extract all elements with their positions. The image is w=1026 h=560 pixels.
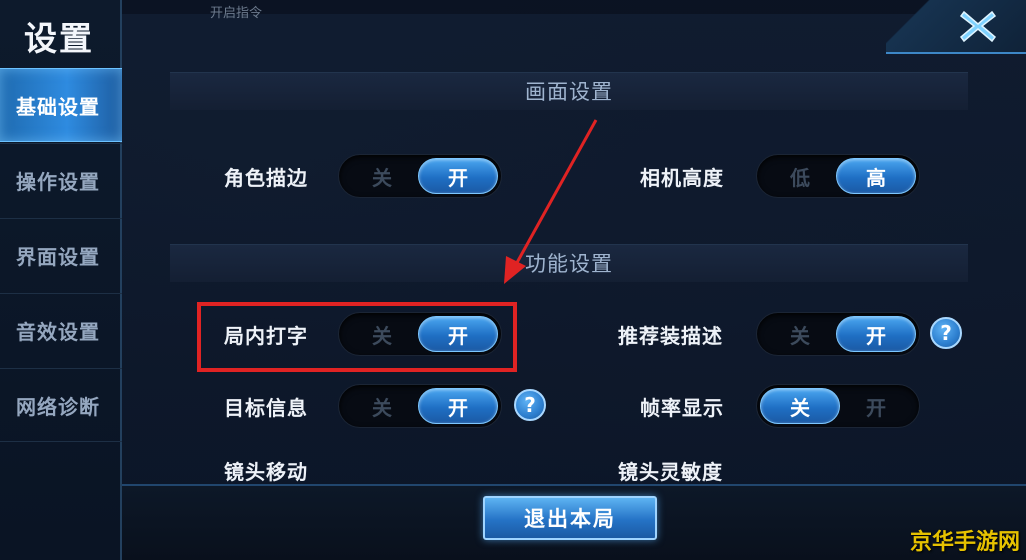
target-info-help-icon[interactable]: ? [514,389,546,421]
exit-match-button[interactable]: 退出本局 [483,496,657,540]
sidebar-item-control-settings[interactable]: 操作设置 [0,143,122,217]
camera-height-low-option[interactable]: 低 [760,158,840,194]
close-icon [959,10,997,43]
fps-display-toggle[interactable]: 关 开 [756,384,920,428]
outline-toggle[interactable]: 关 开 [338,154,502,198]
recommend-gear-off-option[interactable]: 关 [760,316,840,352]
camera-move-label: 镜头移动 [224,460,308,484]
outline-label: 角色描边 [224,166,308,190]
recommend-gear-toggle[interactable]: 关 开 [756,312,920,356]
watermark: 京华手游网 [909,530,1020,555]
sidebar-item-basic-settings[interactable]: 基础设置 [0,68,122,142]
highlight-box [197,302,517,372]
camera-sensitivity-label: 镜头灵敏度 [618,460,723,484]
camera-height-high-option[interactable]: 高 [836,158,916,194]
target-info-on-option[interactable]: 开 [418,388,498,424]
outline-off-option[interactable]: 关 [342,158,422,194]
target-info-label: 目标信息 [224,396,308,420]
sidebar-item-sound-settings[interactable]: 音效设置 [0,293,122,367]
sidebar-item-network-diagnosis[interactable]: 网络诊断 [0,368,122,442]
settings-sidebar: 设置 基础设置 操作设置 界面设置 音效设置 网络诊断 [0,0,122,560]
camera-height-toggle[interactable]: 低 高 [756,154,920,198]
close-button[interactable] [956,6,1000,46]
section-header-display: 画面设置 [170,72,968,110]
sidebar-item-interface-settings[interactable]: 界面设置 [0,218,122,292]
fps-display-off-option[interactable]: 关 [760,388,840,424]
target-info-off-option[interactable]: 关 [342,388,422,424]
recommend-gear-on-option[interactable]: 开 [836,316,916,352]
recommend-gear-help-icon[interactable]: ? [930,317,962,349]
settings-title: 设置 [24,19,94,58]
fps-display-label: 帧率显示 [640,396,724,420]
section-header-function: 功能设置 [170,244,968,282]
background-hint-text: 开启指令 [210,6,263,21]
target-info-toggle[interactable]: 关 开 [338,384,502,428]
camera-height-label: 相机高度 [640,166,724,190]
fps-display-on-option[interactable]: 开 [836,388,916,424]
outline-on-option[interactable]: 开 [418,158,498,194]
recommend-gear-label: 推荐装描述 [618,324,723,348]
